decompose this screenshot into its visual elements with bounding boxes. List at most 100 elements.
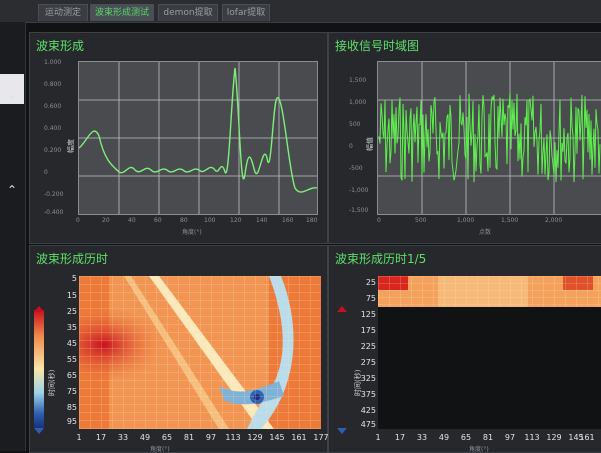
colorbar-max-marker[interactable]: [337, 306, 347, 312]
history-panel: 波束形成历时 5 15 25 35 45 55 65 75 85 95 时间(秒…: [29, 245, 329, 453]
y-axis-label: 幅度: [67, 139, 75, 153]
y-tick: 45: [66, 339, 77, 348]
x-tick: 145: [269, 433, 285, 442]
left-rail: ⌃ ⌃: [0, 22, 26, 451]
x-tick: 500: [415, 217, 427, 224]
tab-beamforming-test[interactable]: 波束形成测试: [90, 4, 154, 21]
signal-panel: 接收信号时域图 1,500 1,000 500 0 -500 -1,000 -1…: [328, 32, 601, 244]
x-tick: 100: [204, 217, 216, 224]
y-tick: 500: [349, 121, 361, 128]
x-tick: 65: [460, 433, 472, 442]
y-tick: 5: [71, 274, 77, 283]
y-axis-label: 时间(秒): [48, 369, 56, 396]
history5-panel: 波束形成历时1/5 25 75 125 175 225 275 325 375 …: [328, 245, 601, 453]
beamforming-plot: [78, 61, 318, 215]
x-tick: 20: [102, 217, 110, 224]
y-tick: -1,000: [349, 187, 369, 194]
beamforming-panel: 波束形成 1.000 0.800 0.600 0.400 0.200 0 -0.…: [29, 32, 328, 244]
y-tick: -0.200: [44, 191, 64, 198]
y-tick: 55: [66, 355, 77, 364]
x-tick: 161: [579, 433, 595, 442]
y-tick: 65: [66, 371, 77, 380]
x-tick: 160: [282, 217, 294, 224]
y-tick: 275: [360, 358, 376, 367]
x-axis-label: 角度(°): [182, 229, 202, 236]
x-tick: 81: [482, 433, 494, 442]
colorbar-max-marker[interactable]: [34, 306, 44, 312]
x-tick: 180: [306, 217, 318, 224]
colorbar-min-marker[interactable]: [337, 428, 347, 434]
x-tick: 17: [394, 433, 406, 442]
signal-plot: [377, 61, 601, 215]
y-axis-label: 时间(秒): [354, 369, 362, 396]
y-tick: 75: [66, 387, 77, 396]
x-tick: 33: [416, 433, 428, 442]
x-tick: 129: [546, 433, 562, 442]
x-tick: 161: [291, 433, 307, 442]
x-axis-label: 角度(°): [469, 446, 489, 453]
y-tick: -0.400: [44, 209, 64, 216]
x-tick: 1,500: [501, 217, 519, 224]
x-axis-label: 角度(°): [150, 446, 170, 453]
x-tick: 120: [230, 217, 242, 224]
x-tick: 40: [128, 217, 136, 224]
y-tick: 0.800: [44, 81, 62, 88]
x-tick: 0: [377, 217, 381, 224]
y-tick: 0: [44, 169, 48, 176]
y-tick: 0.200: [44, 147, 62, 154]
tab-lofar[interactable]: lofar提取: [222, 4, 270, 21]
y-tick: 425: [360, 406, 376, 415]
history5-heatmap: [378, 276, 601, 429]
x-tick: 81: [183, 433, 195, 442]
colorbar-min-marker[interactable]: [34, 428, 44, 434]
y-tick: 0: [349, 143, 353, 150]
x-tick: 113: [225, 433, 241, 442]
x-tick: 1: [375, 433, 381, 442]
y-tick: 15: [66, 291, 77, 300]
y-tick: 85: [66, 403, 77, 412]
x-tick: 113: [524, 433, 540, 442]
tab-motion[interactable]: 运动测定: [38, 4, 88, 21]
y-tick: 225: [360, 342, 376, 351]
panel-title: 波束形成历时: [36, 252, 109, 266]
chevron-up-icon[interactable]: ⌃: [6, 184, 18, 196]
x-tick: 65: [161, 433, 173, 442]
x-tick: 80: [180, 217, 188, 224]
x-tick: 97: [205, 433, 217, 442]
y-axis-label: 幅值: [366, 137, 374, 151]
history-heatmap: [79, 276, 321, 429]
y-tick: 35: [66, 323, 77, 332]
y-tick: 0.600: [44, 103, 62, 110]
panel-title: 接收信号时域图: [335, 39, 420, 53]
panel-title: 波束形成: [36, 39, 85, 53]
x-tick: 97: [504, 433, 516, 442]
y-tick: 25: [365, 278, 376, 287]
x-tick: 33: [117, 433, 129, 442]
x-tick: 49: [139, 433, 151, 442]
x-tick: 1: [76, 433, 82, 442]
y-tick: 0.400: [44, 125, 62, 132]
y-tick: 25: [66, 307, 77, 316]
panel-title: 波束形成历时1/5: [335, 252, 427, 266]
tab-demon[interactable]: demon提取: [158, 4, 218, 21]
x-tick: 140: [256, 217, 268, 224]
x-tick: 60: [154, 217, 162, 224]
colorbar: [34, 310, 44, 428]
y-tick: 125: [360, 310, 376, 319]
y-tick: -1,500: [349, 207, 369, 214]
chevron-up-icon[interactable]: ⌃: [6, 94, 18, 106]
y-tick: 175: [360, 326, 376, 335]
x-tick: 129: [247, 433, 263, 442]
y-tick: 1,500: [349, 77, 367, 84]
y-tick: -500: [349, 165, 363, 172]
x-tick: 1,000: [457, 217, 475, 224]
tab-bar: 运动测定 波束形成测试 demon提取 lofar提取: [0, 0, 601, 23]
x-tick: 17: [95, 433, 107, 442]
y-tick: 1,000: [349, 99, 367, 106]
y-tick: 95: [66, 417, 77, 426]
x-tick: 2,000: [545, 217, 563, 224]
x-axis-label: 点数: [479, 229, 492, 236]
x-tick: 49: [438, 433, 450, 442]
x-tick: 0: [76, 217, 80, 224]
y-tick: 475: [360, 420, 376, 429]
